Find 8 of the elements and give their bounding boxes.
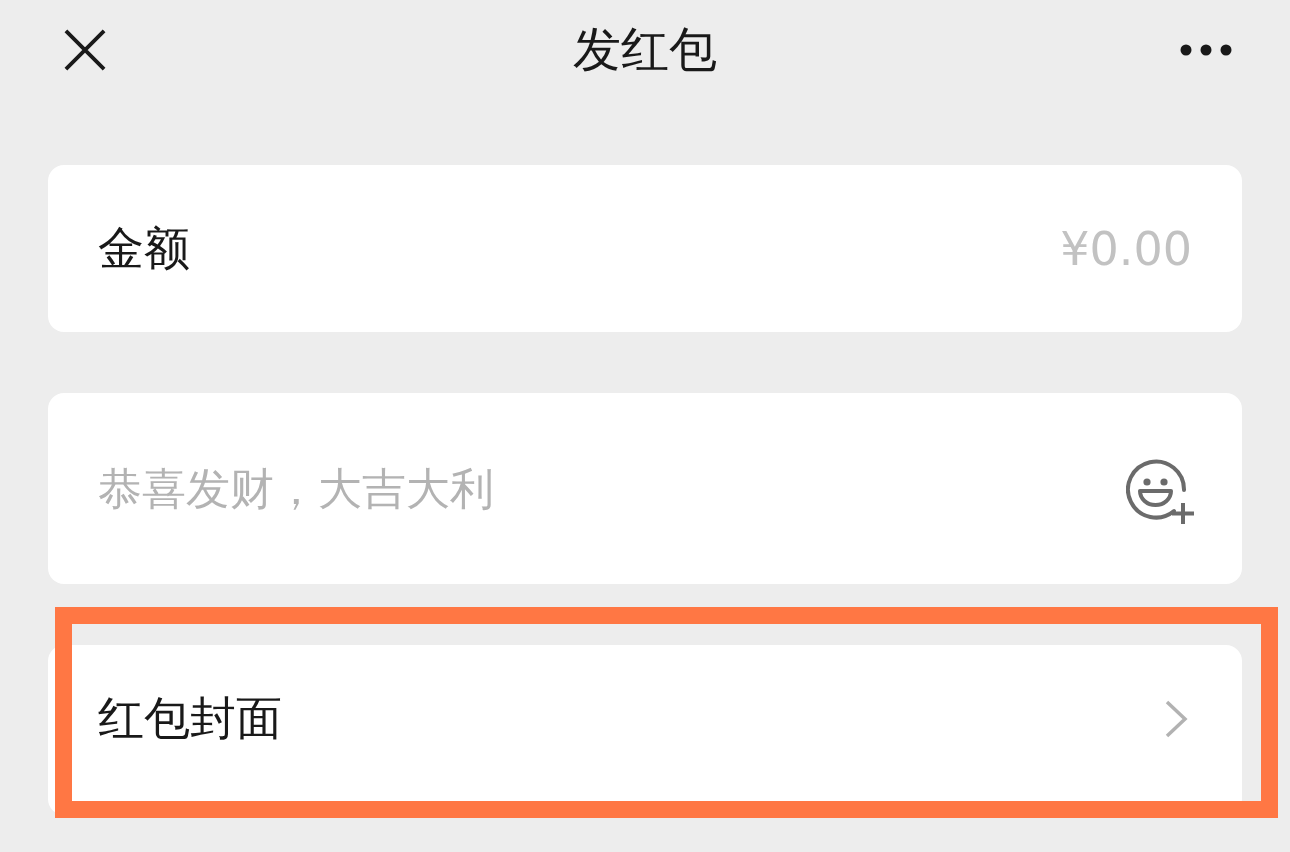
- smiley-plus-icon[interactable]: [1126, 458, 1196, 525]
- close-icon[interactable]: [64, 29, 106, 71]
- page-title: 发红包: [573, 20, 717, 79]
- amount-field[interactable]: ¥0.00: [992, 221, 1192, 276]
- amount-label: 金额: [98, 219, 190, 277]
- more-icon[interactable]: [1180, 44, 1232, 56]
- chevron-right-icon: [1164, 700, 1188, 738]
- message-field[interactable]: 恭喜发财，大吉大利: [98, 463, 738, 514]
